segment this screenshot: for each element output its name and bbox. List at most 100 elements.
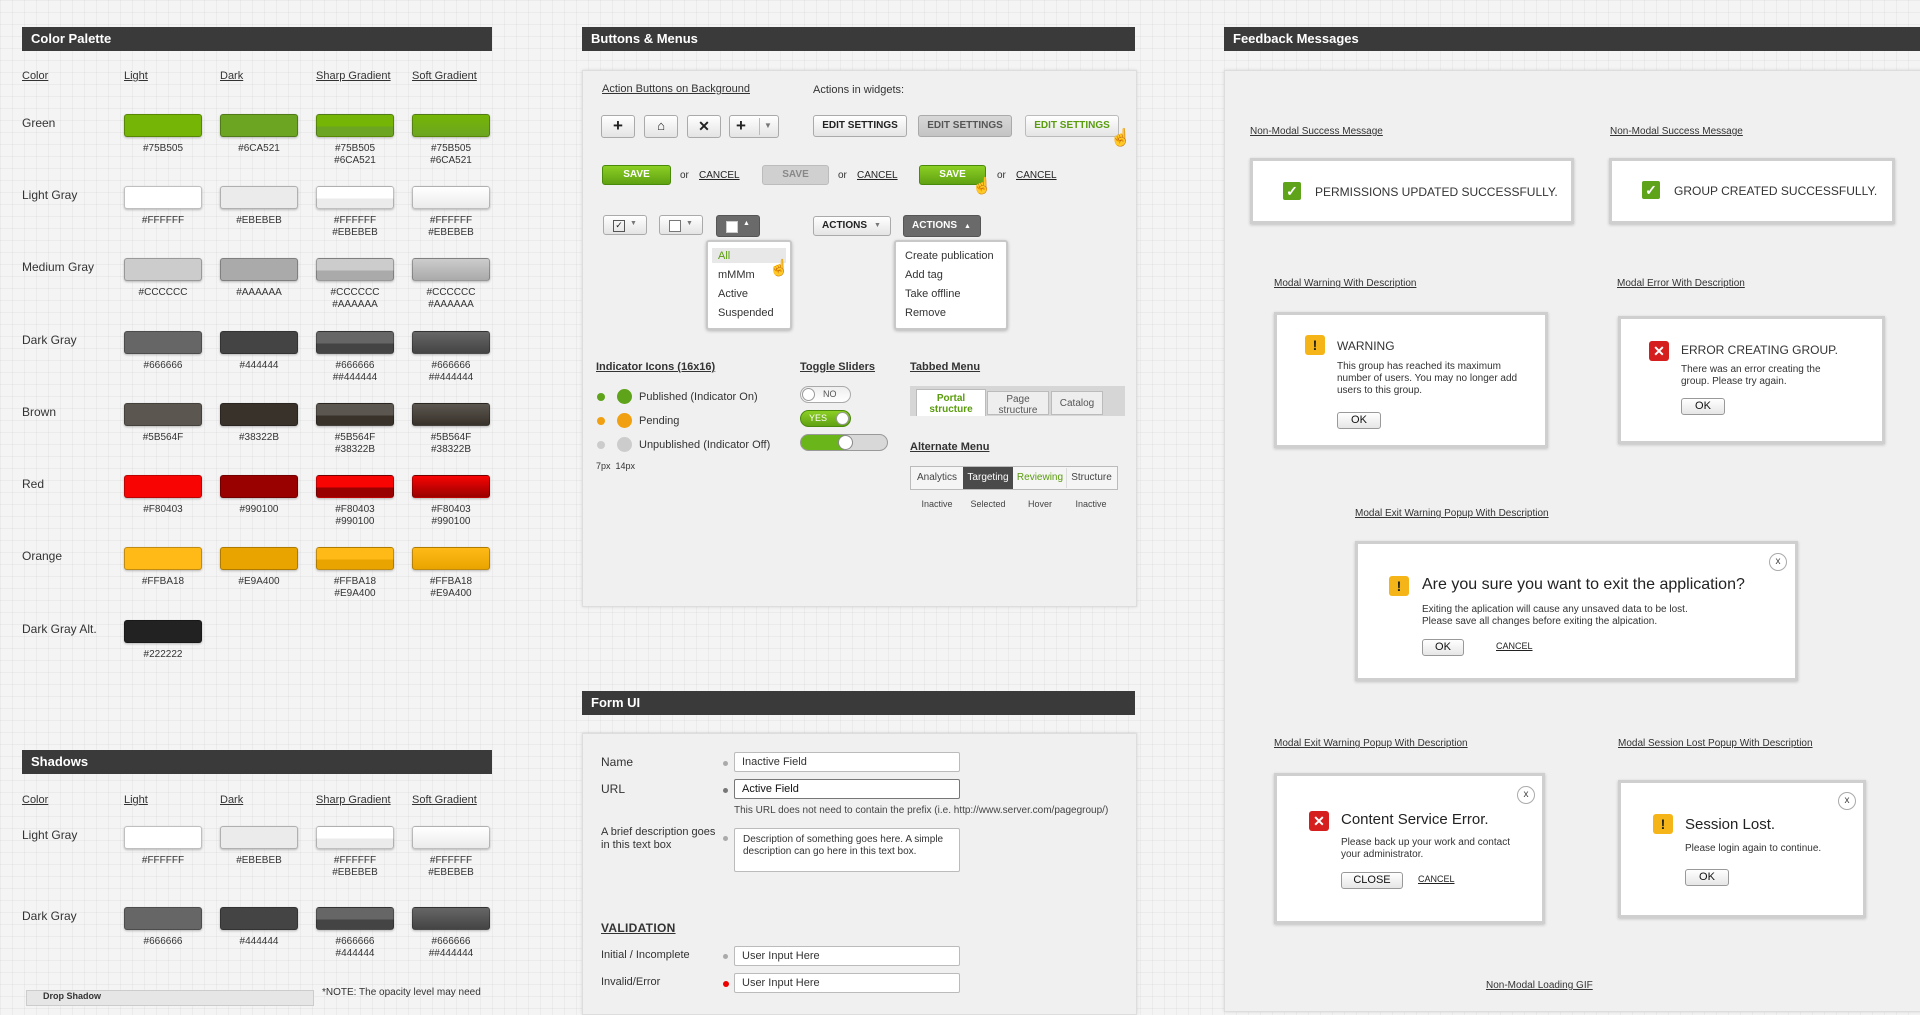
- color-swatch: [316, 258, 394, 281]
- error-title: ERROR CREATING GROUP.: [1681, 343, 1838, 357]
- hex-value: #F80403 #990100: [431, 504, 471, 527]
- chevron-down-icon: ▼: [874, 222, 881, 229]
- indicator-off-small-icon: [597, 441, 605, 449]
- checkmark-icon: ✓: [1283, 182, 1301, 200]
- column-header: Soft Gradient: [412, 794, 477, 806]
- invalid-input[interactable]: User Input Here: [734, 973, 960, 993]
- checkbox-dropdown-unchecked[interactable]: ▼: [659, 215, 703, 235]
- hex-value: #FFFFFF #EBEBEB: [332, 215, 378, 238]
- tab-page-structure[interactable]: Page structure: [987, 391, 1049, 416]
- close-icon[interactable]: ✕: [687, 115, 721, 138]
- menu-item-take-offline[interactable]: Take offline: [905, 288, 960, 300]
- hex-value: #666666 #444444: [335, 936, 375, 959]
- url-input[interactable]: Active Field: [734, 779, 960, 799]
- hex-value: #EBEBEB: [236, 215, 282, 226]
- ok-button[interactable]: OK: [1685, 869, 1729, 886]
- content-service-label: Modal Exit Warning Popup With Descriptio…: [1274, 738, 1468, 749]
- close-icon[interactable]: x: [1517, 786, 1535, 804]
- color-swatch: [124, 620, 202, 643]
- cancel-link[interactable]: CANCEL: [699, 170, 740, 181]
- menu-item-remove[interactable]: Remove: [905, 307, 946, 319]
- home-icon[interactable]: ⌂: [644, 115, 678, 138]
- cancel-link[interactable]: CANCEL: [1496, 641, 1533, 651]
- checkbox-dropdown-checked[interactable]: ✓ ▼: [603, 215, 647, 235]
- hex-value: #666666 ##444444: [428, 936, 474, 959]
- name-input[interactable]: Inactive Field: [734, 752, 960, 772]
- color-name: Light Gray: [22, 188, 78, 202]
- checkbox-dropdown-open[interactable]: ▲: [716, 215, 760, 237]
- action-buttons-label: Action Buttons on Background: [602, 83, 750, 95]
- menu-item-add-tag[interactable]: Add tag: [905, 269, 943, 281]
- color-swatch: [412, 907, 490, 930]
- alt-tab-structure[interactable]: Structure: [1066, 468, 1116, 488]
- hex-value: #5B564F #38322B: [430, 432, 472, 455]
- actions-dropdown-open[interactable]: ACTIONS ▲: [903, 215, 981, 237]
- alt-tab-reviewing[interactable]: Reviewing: [1014, 468, 1066, 488]
- save-button-disabled[interactable]: SAVE: [762, 165, 829, 185]
- cancel-link[interactable]: CANCEL: [1418, 874, 1455, 884]
- hand-cursor-icon: ☝: [972, 178, 992, 195]
- edit-settings-button[interactable]: EDIT SETTINGS: [813, 115, 907, 137]
- alt-tab-analytics[interactable]: Analytics: [912, 468, 962, 488]
- color-swatch: [220, 114, 298, 137]
- color-swatch: [220, 826, 298, 849]
- slider-handle[interactable]: [838, 435, 853, 450]
- toggle-no[interactable]: NO: [800, 386, 851, 403]
- actions-dropdown[interactable]: ACTIONS ▼: [813, 216, 891, 236]
- exit-warning-title: Are you sure you want to exit the applic…: [1422, 576, 1745, 593]
- cancel-link[interactable]: CANCEL: [857, 170, 898, 181]
- tab-portal-structure[interactable]: Portal structure: [916, 389, 986, 416]
- ok-button[interactable]: OK: [1681, 398, 1725, 415]
- alt-state-hover: Hover: [1027, 499, 1052, 509]
- hex-value: #666666: [143, 936, 183, 947]
- close-icon[interactable]: x: [1769, 553, 1787, 571]
- color-swatch: [412, 258, 490, 281]
- color-swatch: [124, 907, 202, 930]
- slider-track[interactable]: [800, 434, 888, 451]
- invalid-label: Invalid/Error: [601, 976, 661, 988]
- close-icon[interactable]: x: [1838, 792, 1856, 810]
- tabbed-menu-title: Tabbed Menu: [910, 361, 981, 373]
- indicator-icons-title: Indicator Icons (16x16): [596, 361, 716, 373]
- menu-item-suspended[interactable]: Suspended: [718, 307, 774, 319]
- hand-cursor-icon: ☝: [769, 260, 789, 277]
- toggle-knob: [802, 388, 815, 401]
- add-icon[interactable]: +: [601, 115, 635, 138]
- edit-settings-button-hover[interactable]: EDIT SETTINGS: [1025, 115, 1119, 137]
- shadows-header: Shadows: [22, 750, 492, 774]
- alt-tab-targeting[interactable]: Targeting: [963, 467, 1013, 489]
- session-lost-title: Session Lost.: [1685, 816, 1776, 833]
- add-dropdown-button[interactable]: + ▼: [729, 115, 779, 138]
- name-label: Name: [601, 755, 634, 769]
- description-textarea[interactable]: Description of something goes here. A si…: [734, 828, 960, 872]
- hex-value: #75B505 #6CA521: [334, 143, 376, 166]
- menu-item-all[interactable]: All: [718, 250, 730, 262]
- color-name: Red: [22, 477, 45, 491]
- session-lost-label: Modal Session Lost Popup With Descriptio…: [1618, 738, 1813, 749]
- menu-item-active[interactable]: Active: [718, 288, 748, 300]
- description-label: A brief description goes in this text bo…: [601, 826, 716, 851]
- unchecked-icon: [669, 220, 681, 232]
- indicator-pending-label: Pending: [639, 415, 680, 427]
- cancel-link[interactable]: CANCEL: [1016, 170, 1057, 181]
- hex-value: #FFFFFF: [141, 215, 185, 226]
- save-button[interactable]: SAVE: [602, 165, 671, 185]
- ok-button[interactable]: OK: [1337, 412, 1381, 429]
- initial-input[interactable]: User Input Here: [734, 946, 960, 966]
- toggle-yes[interactable]: YES: [800, 410, 851, 427]
- ok-button[interactable]: OK: [1422, 639, 1464, 656]
- chevron-up-icon: ▲: [743, 220, 750, 227]
- close-button[interactable]: CLOSE: [1341, 872, 1403, 889]
- toggle-yes-label: YES: [809, 413, 828, 423]
- field-indicator: [723, 788, 728, 793]
- color-swatch: [316, 114, 394, 137]
- initial-label: Initial / Incomplete: [601, 949, 690, 961]
- error-label: Modal Error With Description: [1617, 278, 1745, 289]
- success-message-text: GROUP CREATED SUCCESSFULLY.: [1674, 184, 1878, 198]
- tab-catalog[interactable]: Catalog: [1051, 391, 1103, 415]
- menu-item-create-publication[interactable]: Create publication: [905, 250, 994, 262]
- menu-item-mmmm[interactable]: mMMm: [718, 269, 755, 281]
- edit-settings-button-pressed[interactable]: EDIT SETTINGS: [918, 115, 1012, 137]
- color-palette-header: Color Palette: [22, 27, 492, 51]
- hex-value: #FFFFFF #EBEBEB: [428, 855, 474, 878]
